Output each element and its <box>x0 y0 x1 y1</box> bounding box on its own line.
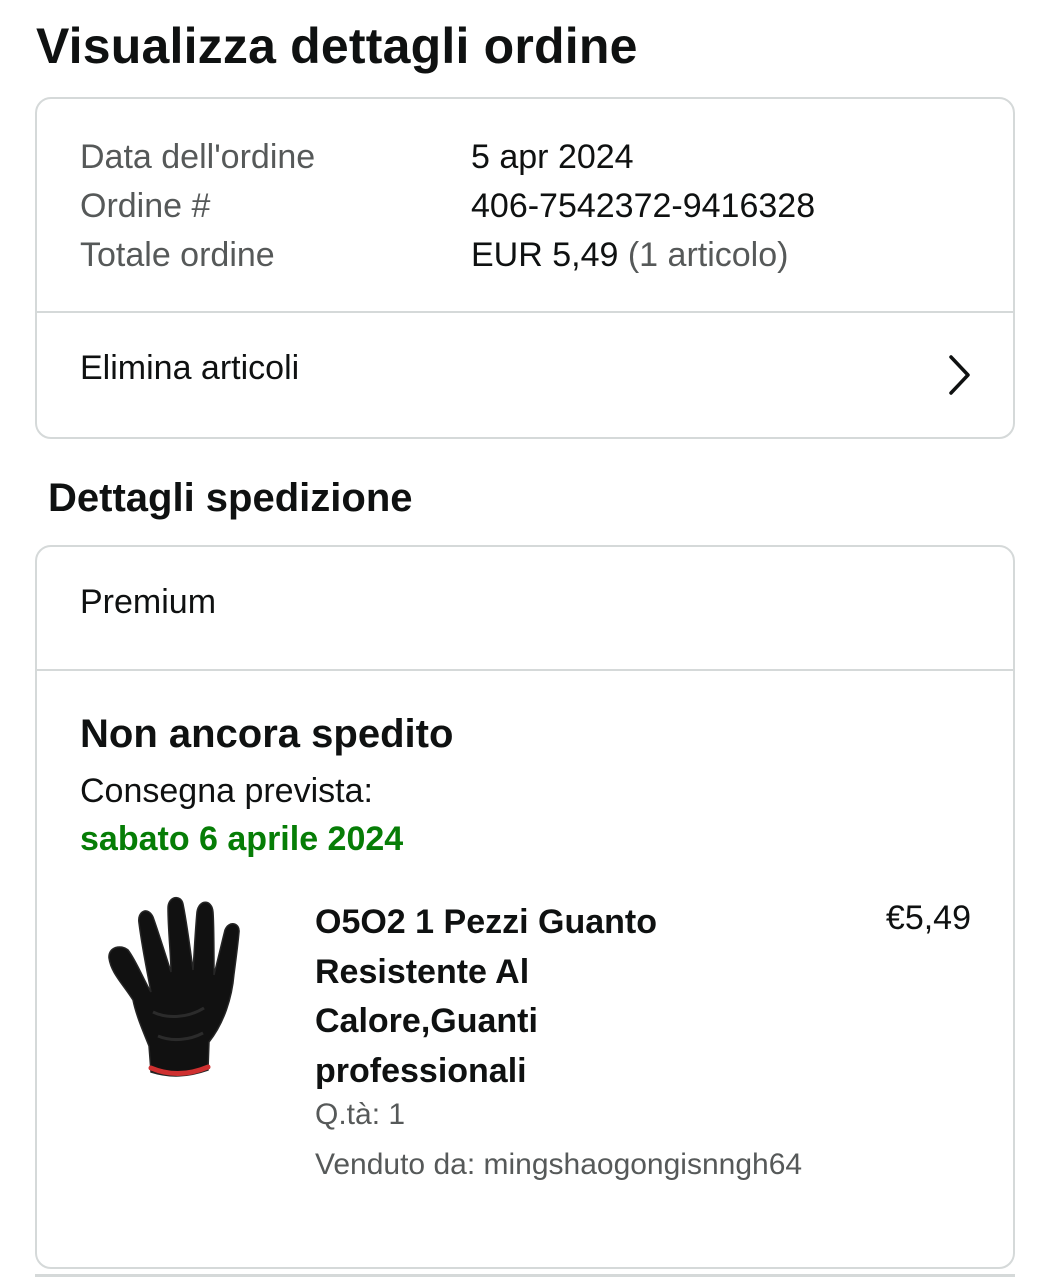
page-title: Visualizza dettagli ordine <box>36 18 638 74</box>
product-price: €5,49 <box>885 899 971 937</box>
delivery-estimate-label: Consegna prevista: <box>80 772 373 810</box>
product-title-link[interactable]: O5O2 1 Pezzi Guanto Resistente Al Calore… <box>315 898 735 1096</box>
order-date-label: Data dell'ordine <box>80 138 316 176</box>
order-item-count: (1 articolo) <box>627 236 789 274</box>
seller-info: Venduto da: mingshaogongisnngh64 <box>315 1148 803 1181</box>
product-image[interactable] <box>97 892 257 1092</box>
order-number-value: 406-7542372-9416328 <box>471 187 816 225</box>
order-summary-details: Data dell'ordine 5 apr 2024 Ordine # 406… <box>80 133 993 280</box>
delete-items-label: Elimina articoli <box>80 349 300 387</box>
shipment-divider <box>37 669 1013 671</box>
order-number-label: Ordine # <box>80 187 211 225</box>
shipment-card: Premium Non ancora spedito Consegna prev… <box>35 545 1015 1269</box>
chevron-right-icon <box>949 355 970 395</box>
delete-items-button[interactable]: Elimina articoli <box>37 313 1013 437</box>
product-quantity: Q.tà: 1 <box>315 1098 406 1131</box>
order-total-label: Totale ordine <box>80 236 275 274</box>
order-total-row: Totale ordine EUR 5,49 (1 articolo) <box>80 231 993 280</box>
page-bottom-divider <box>35 1274 1015 1277</box>
shipping-speed: Premium <box>80 583 217 621</box>
order-summary-card: Data dell'ordine 5 apr 2024 Ordine # 406… <box>35 97 1015 439</box>
order-total-value: EUR 5,49 (1 articolo) <box>471 236 788 275</box>
shipping-details-title: Dettagli spedizione <box>48 476 413 520</box>
delivery-estimate-date: sabato 6 aprile 2024 <box>80 820 404 858</box>
black-knit-glove-icon <box>108 896 240 1077</box>
order-date-row: Data dell'ordine 5 apr 2024 <box>80 133 993 182</box>
order-total-amount: EUR 5,49 <box>471 236 619 274</box>
order-date-value: 5 apr 2024 <box>471 138 634 176</box>
shipment-status: Non ancora spedito <box>80 712 454 756</box>
order-number-row: Ordine # 406-7542372-9416328 <box>80 182 993 231</box>
